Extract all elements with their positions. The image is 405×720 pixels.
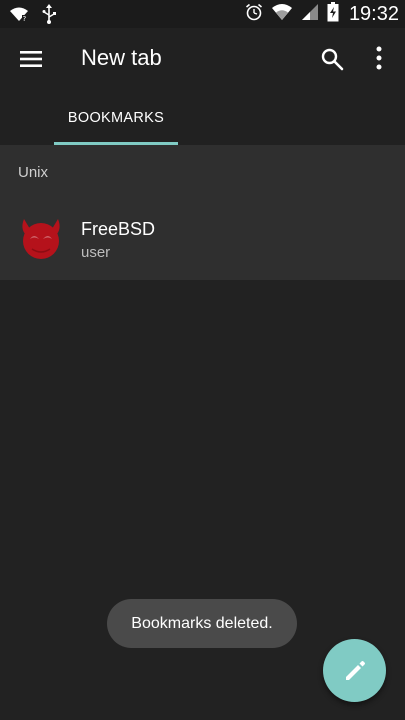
tab-bookmarks-label: BOOKMARKS — [67, 110, 165, 126]
status-time: 19:32 — [348, 2, 399, 25]
tab-bookmarks[interactable]: BOOKMARKS — [54, 90, 178, 145]
edit-fab-button[interactable] — [323, 639, 386, 702]
bookmark-item[interactable]: FreeBSD user — [0, 199, 405, 280]
wifi-signal-icon — [271, 2, 293, 26]
cell-signal-icon — [301, 3, 319, 25]
navigation-menu-button[interactable] — [18, 46, 44, 72]
svg-text:?: ? — [23, 15, 27, 23]
alarm-icon — [245, 3, 263, 25]
folder-title: Unix — [18, 164, 49, 181]
status-right-icons: 19:32 — [245, 2, 399, 26]
status-bar: ? 19:32 — [0, 0, 405, 28]
search-icon — [321, 48, 344, 71]
toast-message: Bookmarks deleted. — [107, 599, 297, 648]
app-bar: New tab — [0, 28, 405, 90]
edit-pencil-icon — [345, 660, 365, 680]
search-button[interactable] — [320, 47, 344, 71]
bookmark-title: FreeBSD — [81, 219, 156, 239]
bookmark-folder-header[interactable]: Unix — [0, 145, 405, 199]
bookmark-subtitle: user — [81, 244, 111, 261]
tab-bar: BOOKMARKS — [0, 90, 405, 145]
hamburger-menu-icon — [20, 51, 42, 67]
freebsd-daemon-icon — [18, 215, 64, 261]
more-options-button[interactable] — [370, 45, 388, 71]
usb-icon — [42, 4, 56, 28]
status-left-icons: ? — [8, 4, 56, 28]
more-vertical-icon — [376, 46, 382, 70]
battery-charging-icon — [327, 2, 339, 26]
page-title: New tab — [81, 45, 162, 70]
wifi-icon: ? — [8, 5, 30, 27]
toast-text: Bookmarks deleted. — [131, 614, 273, 632]
